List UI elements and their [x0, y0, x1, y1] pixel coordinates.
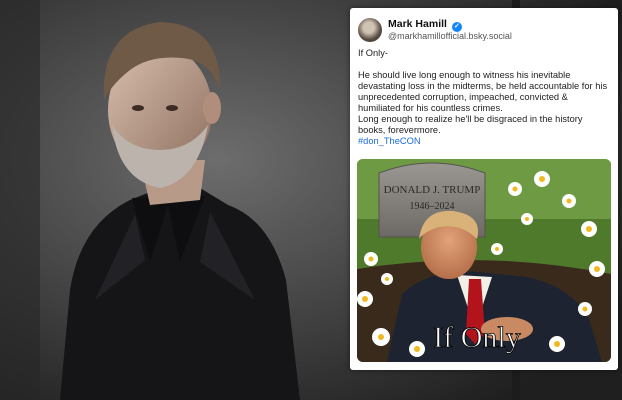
- post-text-line: He should live long enough to witness hi…: [358, 70, 571, 80]
- post-text-line: unprecedented corruption, impeached, con…: [358, 92, 568, 102]
- meme-caption: If Only: [433, 321, 520, 354]
- post-text-line: books, forevermore.: [358, 125, 441, 135]
- author-name-row[interactable]: Mark Hamill ✓: [388, 18, 462, 32]
- social-post-card: Mark Hamill ✓ @markhamillofficial.bsky.s…: [350, 8, 618, 370]
- hashtag-link[interactable]: #don_TheCON: [358, 136, 616, 147]
- post-text-line: Long enough to realize he'll be disgrace…: [358, 114, 583, 124]
- author-avatar[interactable]: [358, 18, 382, 42]
- headstone-name: DONALD J. TRUMP: [384, 184, 481, 196]
- author-handle[interactable]: @markhamillofficial.bsky.social: [388, 31, 512, 41]
- post-text-line: devastating loss in the midterms, be hel…: [358, 81, 608, 91]
- author-name[interactable]: Mark Hamill: [388, 18, 447, 30]
- post-text-line: humiliated for his countless crimes.: [358, 103, 503, 113]
- post-text-intro: If Only-: [358, 48, 388, 58]
- post-image[interactable]: DONALD J. TRUMP 1946–2024 If Only: [357, 159, 611, 362]
- post-text: If Only- He should live long enough to w…: [358, 48, 616, 147]
- headstone-years: 1946–2024: [410, 201, 455, 212]
